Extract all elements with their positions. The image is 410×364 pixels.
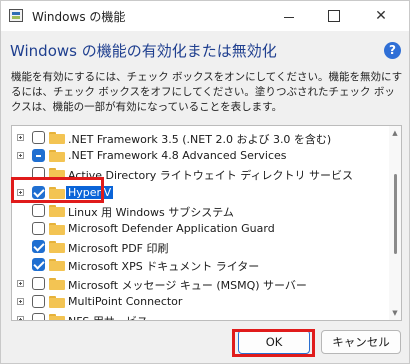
feature-row[interactable]: .NET Framework 4.8 Advanced Services xyxy=(12,147,384,165)
folder-icon xyxy=(49,132,65,144)
feature-label: NFS 用サービス xyxy=(68,313,148,320)
feature-label: Microsoft メッセージ キュー (MSMQ) サーバー xyxy=(68,278,307,292)
folder-icon xyxy=(49,241,65,254)
feature-label: Microsoft Defender Application Guard xyxy=(68,222,275,235)
expand-icon[interactable] xyxy=(17,152,24,160)
title-bar[interactable]: Windows の機能 ✕ xyxy=(1,1,409,31)
page-heading: Windows の機能の有効化または無効化 xyxy=(10,42,277,60)
folder-icon xyxy=(49,186,65,199)
expand-icon[interactable] xyxy=(17,279,24,287)
feature-row[interactable]: Microsoft XPS ドキュメント ライター xyxy=(12,256,384,274)
scroll-down-arrow-icon[interactable]: ▼ xyxy=(391,309,399,317)
ok-button[interactable]: OK xyxy=(238,330,310,354)
folder-icon xyxy=(49,314,65,320)
description-text: 機能を有効にするには、チェック ボックスをオンにしてください。機能を無効にするに… xyxy=(11,71,403,113)
feature-row[interactable]: Active Directory ライトウェイト ディレクトリ サービス xyxy=(12,165,384,183)
feature-row[interactable]: .NET Framework 3.5 (.NET 2.0 および 3.0 を含む… xyxy=(12,129,384,147)
feature-label: Microsoft XPS ドキュメント ライター xyxy=(68,260,260,274)
scroll-up-arrow-icon[interactable]: ▲ xyxy=(391,129,399,137)
feature-checkbox[interactable] xyxy=(32,294,45,308)
feature-tree[interactable]: ▲ ▼ .NET Framework 3.5 (.NET 2.0 および 3.0… xyxy=(11,125,402,321)
feature-label: Hyper-V xyxy=(66,185,114,199)
expand-icon[interactable] xyxy=(17,188,24,196)
cancel-button[interactable]: キャンセル xyxy=(321,330,401,354)
feature-checkbox[interactable] xyxy=(32,222,45,235)
window-title: Windows の機能 xyxy=(32,10,126,24)
minimize-icon xyxy=(284,16,294,18)
maximize-button[interactable] xyxy=(314,1,354,31)
feature-label: Microsoft PDF 印刷 xyxy=(68,242,169,256)
feature-row[interactable]: NFS 用サービス xyxy=(12,311,384,320)
feature-label: Linux 用 Windows サブシステム xyxy=(68,205,234,219)
feature-row[interactable]: Microsoft Defender Application Guard xyxy=(12,220,384,238)
folder-icon xyxy=(49,277,65,290)
folder-icon xyxy=(49,295,65,308)
feature-row[interactable]: Microsoft PDF 印刷 xyxy=(12,238,384,256)
help-icon[interactable]: ? xyxy=(384,42,401,59)
feature-row[interactable]: Linux 用 Windows サブシステム xyxy=(12,202,384,220)
windows-features-app-icon xyxy=(9,9,23,22)
vertical-scrollbar[interactable]: ▲ ▼ xyxy=(389,126,401,320)
feature-checkbox[interactable] xyxy=(32,149,45,163)
folder-icon xyxy=(49,168,65,181)
feature-label: .NET Framework 3.5 (.NET 2.0 および 3.0 を含む… xyxy=(68,133,332,146)
feature-row[interactable]: MultiPoint Connector xyxy=(12,293,384,311)
expand-icon[interactable] xyxy=(17,134,24,141)
feature-label: .NET Framework 4.8 Advanced Services xyxy=(68,149,287,163)
dialog-footer: OK キャンセル xyxy=(1,321,409,363)
feature-checkbox[interactable] xyxy=(32,167,45,181)
feature-row[interactable]: Hyper-V xyxy=(12,184,384,202)
feature-checkbox[interactable] xyxy=(32,185,45,199)
expand-icon[interactable] xyxy=(17,297,24,305)
minimize-button[interactable] xyxy=(269,1,309,31)
maximize-icon xyxy=(328,10,340,22)
windows-features-dialog: Windows の機能 ✕ Windows の機能の有効化または無効化 ? 機能… xyxy=(0,0,410,364)
folder-icon xyxy=(49,223,65,235)
feature-checkbox[interactable] xyxy=(32,131,45,144)
feature-checkbox[interactable] xyxy=(32,240,45,254)
feature-row[interactable]: Microsoft メッセージ キュー (MSMQ) サーバー xyxy=(12,275,384,293)
feature-checkbox[interactable] xyxy=(32,258,45,272)
feature-checkbox[interactable] xyxy=(32,276,45,290)
scroll-thumb[interactable] xyxy=(394,174,397,254)
feature-checkbox[interactable] xyxy=(32,313,45,320)
feature-label: MultiPoint Connector xyxy=(68,294,183,308)
dialog-content: Windows の機能の有効化または無効化 ? 機能を有効にするには、チェック … xyxy=(1,31,409,321)
folder-icon xyxy=(49,150,65,163)
folder-icon xyxy=(49,259,65,272)
feature-checkbox[interactable] xyxy=(32,203,45,217)
folder-icon xyxy=(49,204,65,217)
close-icon: ✕ xyxy=(375,8,387,24)
feature-label: Active Directory ライトウェイト ディレクトリ サービス xyxy=(68,169,353,183)
close-button[interactable]: ✕ xyxy=(361,1,401,31)
